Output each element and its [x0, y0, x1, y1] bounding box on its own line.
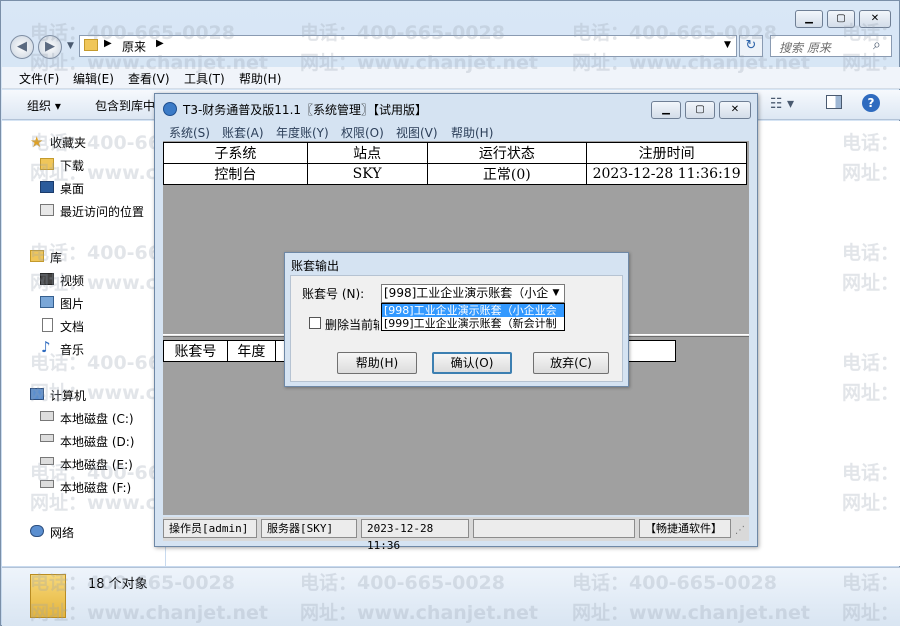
- subsystem-table: 子系统 站点 运行状态 注册时间 控制台 SKY 正常(0) 2023-12-2…: [163, 142, 747, 185]
- dropdown-option[interactable]: [999]工业企业演示账套（新会计制: [382, 317, 564, 330]
- column-header[interactable]: 账套号: [163, 340, 228, 362]
- help-button[interactable]: 帮助(H): [337, 352, 417, 374]
- nav-recent[interactable]: 最近访问的位置: [60, 203, 144, 220]
- watermark-text: 电话：: [842, 22, 900, 44]
- watermark-text: 电话：: [842, 132, 900, 154]
- t3-menu-account[interactable]: 账套(A): [222, 124, 264, 141]
- t3-title: T3-财务通普及版11.1〖系统管理〗【试用版】: [183, 103, 428, 117]
- include-in-library-button[interactable]: 包含到库中: [95, 97, 155, 114]
- account-select[interactable]: [998]工业企业演示账套（小企 ▼: [381, 284, 565, 303]
- disk-icon: [40, 411, 54, 421]
- chevron-down-icon[interactable]: ▼: [549, 286, 563, 301]
- view-options-icon[interactable]: ☷ ▾: [770, 96, 794, 112]
- table-row[interactable]: 控制台 SKY 正常(0) 2023-12-28 11:36:19: [163, 163, 747, 185]
- organize-button[interactable]: 组织 ▾: [27, 97, 61, 114]
- watermark-text: 电话：400-665-0028: [572, 22, 777, 44]
- t3-menu-year[interactable]: 年度账(Y): [276, 124, 329, 141]
- t3-menu-bar: 系统(S) 账套(A) 年度账(Y) 权限(O) 视图(V) 帮助(H): [155, 122, 757, 140]
- watermark-text: 电话：400-665-0028: [300, 22, 505, 44]
- table-cell: 2023-12-28 11:36:19: [586, 163, 747, 185]
- t3-maximize-button[interactable]: ▢: [685, 101, 715, 119]
- ok-button[interactable]: 确认(O): [432, 352, 512, 374]
- nav-disk-c[interactable]: 本地磁盘 (C:): [60, 410, 134, 427]
- nav-disk-d[interactable]: 本地磁盘 (D:): [60, 433, 134, 450]
- column-header[interactable]: 子系统: [163, 142, 308, 164]
- watermark-text: 电话：400-665-0028: [300, 572, 505, 594]
- watermark-text: 网址：: [842, 272, 900, 294]
- network-icon: [30, 525, 44, 537]
- watermark-text: 网址：www.chanjet.net: [300, 52, 538, 74]
- account-label: 账套号 (N):: [302, 287, 365, 301]
- watermark-text: 电话：: [842, 352, 900, 374]
- watermark-text: 网址：www.chanjet.net: [572, 602, 810, 624]
- column-header[interactable]: 注册时间: [586, 142, 747, 164]
- watermark-text: 电话：: [842, 462, 900, 484]
- watermark-text: 电话：400-665-0028: [30, 22, 235, 44]
- t3-menu-view[interactable]: 视图(V): [396, 124, 438, 141]
- status-server: 服务器[SKY]: [261, 519, 357, 538]
- minimize-button[interactable]: ▁: [795, 10, 823, 28]
- table-cell: 正常(0): [426, 163, 588, 185]
- watermark-text: 网址：: [842, 52, 900, 74]
- recent-places-icon: [40, 204, 54, 216]
- column-header[interactable]: 站点: [306, 142, 428, 164]
- watermark-text: 网址：www.chanjet.net: [572, 52, 810, 74]
- delete-checkbox[interactable]: [309, 317, 321, 329]
- status-operator: 操作员[admin]: [163, 519, 257, 538]
- t3-close-button[interactable]: ✕: [719, 101, 751, 119]
- table-cell: 控制台: [163, 163, 308, 185]
- watermark-text: 电话：: [842, 242, 900, 264]
- t3-menu-help[interactable]: 帮助(H): [451, 124, 493, 141]
- documents-icon: [42, 318, 53, 332]
- preview-pane-icon[interactable]: [826, 95, 842, 109]
- t3-menu-permission[interactable]: 权限(O): [341, 124, 384, 141]
- watermark-text: 网址：www.chanjet.net: [300, 602, 538, 624]
- t3-minimize-button[interactable]: ▁: [651, 101, 681, 119]
- delete-checkbox-label: 删除当前输出账套: [325, 318, 379, 332]
- account-export-dialog: 账套输出 账套号 (N): [998]工业企业演示账套（小企 ▼ [998]工业…: [284, 252, 629, 387]
- dialog-body: 账套号 (N): [998]工业企业演示账套（小企 ▼ [998]工业企业演示账…: [290, 275, 623, 382]
- account-select-value: [998]工业企业演示账套（小企: [384, 286, 549, 300]
- watermark-text: 网址：: [842, 162, 900, 184]
- account-dropdown-list: [998]工业企业演示账套（小企业会 [999]工业企业演示账套（新会计制: [381, 303, 565, 331]
- dialog-title: 账套输出: [291, 259, 340, 273]
- t3-menu-system[interactable]: 系统(S): [169, 124, 210, 141]
- nav-documents[interactable]: 文档: [60, 318, 84, 335]
- resize-grip-icon[interactable]: ⋰: [735, 525, 745, 536]
- status-brand: 【畅捷通软件】: [639, 519, 731, 538]
- status-time: 2023-12-28 11:36: [361, 519, 469, 552]
- watermark-text: 网址：: [842, 492, 900, 514]
- dropdown-option[interactable]: [998]工业企业演示账套（小企业会: [382, 304, 564, 317]
- pictures-icon: [40, 296, 54, 308]
- watermark-text: 电话：400-665-0028: [572, 572, 777, 594]
- column-header[interactable]: 年度: [226, 340, 276, 362]
- help-icon[interactable]: ?: [862, 94, 880, 112]
- nav-pictures[interactable]: 图片: [60, 295, 84, 312]
- watermark-text: 网址：www.chanjet.net: [30, 52, 268, 74]
- watermark-text: 网址：: [842, 382, 900, 404]
- t3-status-bar: 操作员[admin] 服务器[SKY] 2023-12-28 11:36 【畅捷…: [163, 517, 749, 552]
- table-header-row: 子系统 站点 运行状态 注册时间: [163, 142, 747, 164]
- disk-icon: [40, 434, 54, 442]
- app-icon: [163, 102, 177, 116]
- status-empty: [473, 519, 635, 538]
- cancel-button[interactable]: 放弃(C): [533, 352, 609, 374]
- watermark-text: 网址：: [842, 602, 900, 624]
- column-header[interactable]: 运行状态: [426, 142, 588, 164]
- nav-network[interactable]: 网络: [50, 524, 74, 541]
- watermark-text: 电话：400-665-0028: [30, 572, 235, 594]
- watermark-text: 电话：: [842, 572, 900, 594]
- table-cell: SKY: [306, 163, 428, 185]
- watermark-text: 网址：www.chanjet.net: [30, 602, 268, 624]
